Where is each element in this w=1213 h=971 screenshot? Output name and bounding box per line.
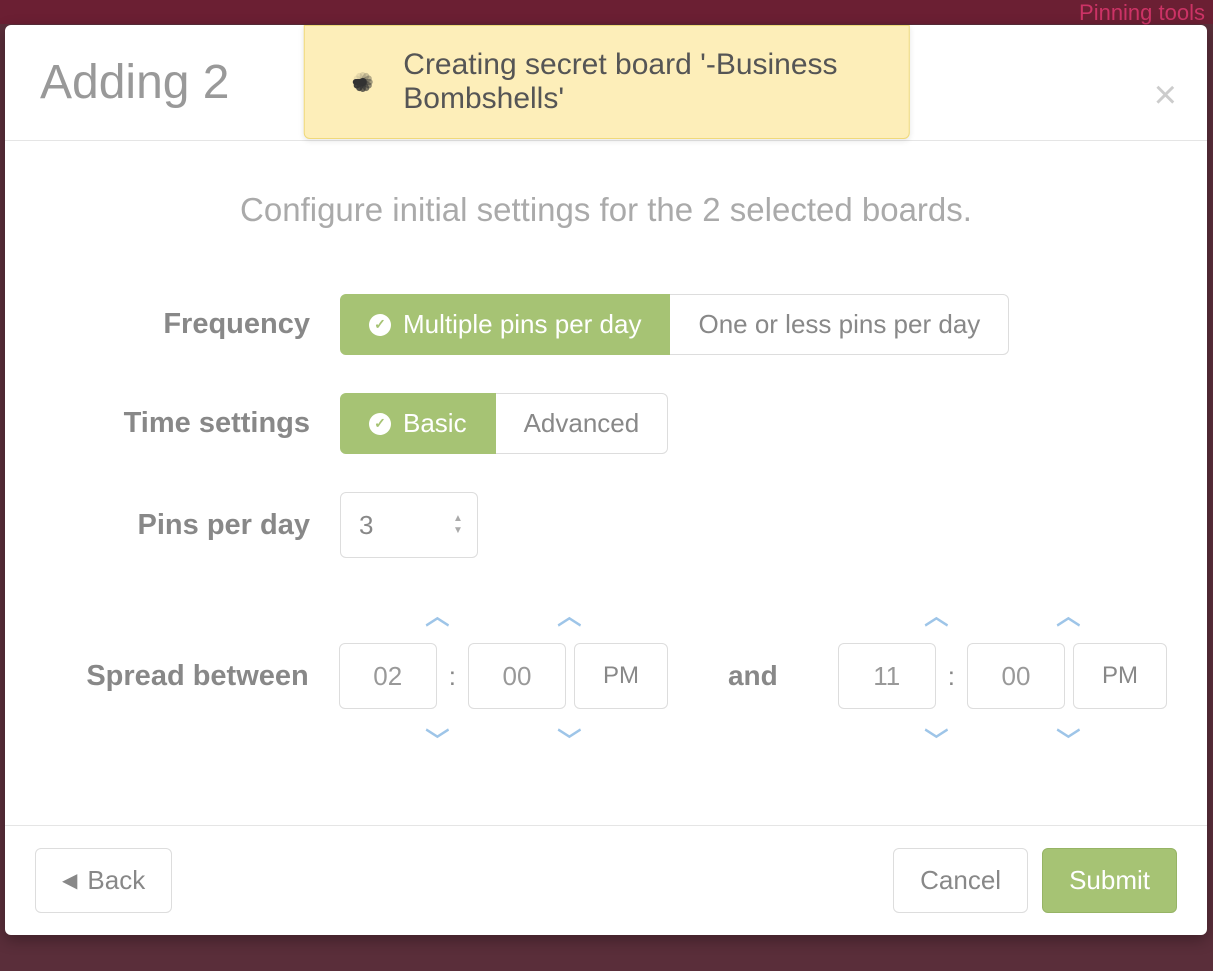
time-advanced-button[interactable]: Advanced — [496, 393, 669, 454]
end-hour-down[interactable]: ﹀ — [887, 721, 985, 756]
end-ampm-button[interactable]: PM — [1073, 643, 1167, 709]
colon: : — [445, 661, 460, 692]
chevron-left-icon: ◀ — [62, 868, 77, 893]
modal-footer: ◀ Back Cancel Submit — [5, 825, 1207, 935]
end-chevron-down-row: ﹀ ﹀ — [887, 721, 1117, 756]
check-circle-icon: ✓ — [369, 314, 391, 336]
frequency-multiple-label: Multiple pins per day — [403, 309, 641, 340]
end-time-group: ︿ ︿ : PM ﹀ ﹀ — [838, 596, 1167, 756]
start-chevron-up-row: ︿ ︿ — [388, 596, 618, 631]
frequency-single-label: One or less pins per day — [698, 309, 980, 340]
cancel-button[interactable]: Cancel — [893, 848, 1028, 913]
pins-decrement-button[interactable]: ▼ — [451, 526, 465, 536]
footer-right: Cancel Submit — [893, 848, 1177, 913]
time-settings-toggle-group: ✓ Basic Advanced — [340, 393, 668, 454]
spread-label: Spread between — [45, 660, 339, 693]
subheading: Configure initial settings for the 2 sel… — [45, 191, 1167, 229]
end-minute-up[interactable]: ︿ — [1019, 596, 1117, 631]
end-chevron-up-row: ︿ ︿ — [887, 596, 1117, 631]
frequency-row: Frequency ✓ Multiple pins per day One or… — [45, 294, 1167, 355]
end-minute-down[interactable]: ﹀ — [1019, 721, 1117, 756]
pins-per-day-input[interactable] — [359, 493, 439, 557]
check-circle-icon: ✓ — [369, 413, 391, 435]
start-time-group: ︿ ︿ : PM ﹀ ﹀ — [339, 596, 668, 756]
start-hour-down[interactable]: ﹀ — [388, 721, 486, 756]
start-hour-input[interactable] — [339, 643, 437, 709]
time-basic-button[interactable]: ✓ Basic — [340, 393, 496, 454]
modal-body: Configure initial settings for the 2 sel… — [5, 141, 1207, 834]
time-settings-row: Time settings ✓ Basic Advanced — [45, 393, 1167, 454]
pins-spinner: ▲ ▼ — [451, 514, 465, 536]
frequency-toggle-group: ✓ Multiple pins per day One or less pins… — [340, 294, 1009, 355]
start-hour-up[interactable]: ︿ — [388, 596, 486, 631]
modal-dialog: Adding 2 × Configure initial settings fo… — [5, 25, 1207, 935]
frequency-single-button[interactable]: One or less pins per day — [670, 294, 1009, 355]
end-hour-up[interactable]: ︿ — [887, 596, 985, 631]
time-advanced-label: Advanced — [524, 408, 640, 439]
toast-message: Creating secret board '-Business Bombshe… — [403, 48, 868, 116]
spread-row: Spread between ︿ ︿ : PM — [45, 596, 1167, 756]
back-label: Back — [87, 865, 145, 896]
time-basic-label: Basic — [403, 408, 467, 439]
top-bar: Pinning tools — [0, 0, 1213, 24]
pins-per-day-input-wrapper: ▲ ▼ — [340, 492, 478, 558]
end-time-inputs: : PM — [838, 643, 1167, 709]
pins-increment-button[interactable]: ▲ — [451, 514, 465, 524]
back-button[interactable]: ◀ Back — [35, 848, 172, 913]
frequency-multiple-button[interactable]: ✓ Multiple pins per day — [340, 294, 670, 355]
colon: : — [944, 661, 959, 692]
time-settings-label: Time settings — [45, 407, 340, 440]
end-minute-input[interactable] — [967, 643, 1065, 709]
start-ampm-button[interactable]: PM — [574, 643, 668, 709]
frequency-label: Frequency — [45, 308, 340, 341]
toast-notification: Creating secret board '-Business Bombshe… — [303, 25, 910, 139]
start-chevron-down-row: ﹀ ﹀ — [388, 721, 618, 756]
pinning-tools-link[interactable]: Pinning tools — [1079, 0, 1205, 26]
and-label: and — [668, 660, 838, 692]
close-icon[interactable]: × — [1154, 75, 1177, 115]
submit-button[interactable]: Submit — [1042, 848, 1177, 913]
loading-spinner-icon — [344, 58, 381, 106]
start-minute-down[interactable]: ﹀ — [520, 721, 618, 756]
start-time-inputs: : PM — [339, 643, 668, 709]
pins-per-day-row: Pins per day ▲ ▼ — [45, 492, 1167, 558]
end-hour-input[interactable] — [838, 643, 936, 709]
start-minute-input[interactable] — [468, 643, 566, 709]
pins-per-day-label: Pins per day — [45, 509, 340, 542]
start-minute-up[interactable]: ︿ — [520, 596, 618, 631]
time-range-controls: ︿ ︿ : PM ﹀ ﹀ an — [339, 596, 1167, 756]
